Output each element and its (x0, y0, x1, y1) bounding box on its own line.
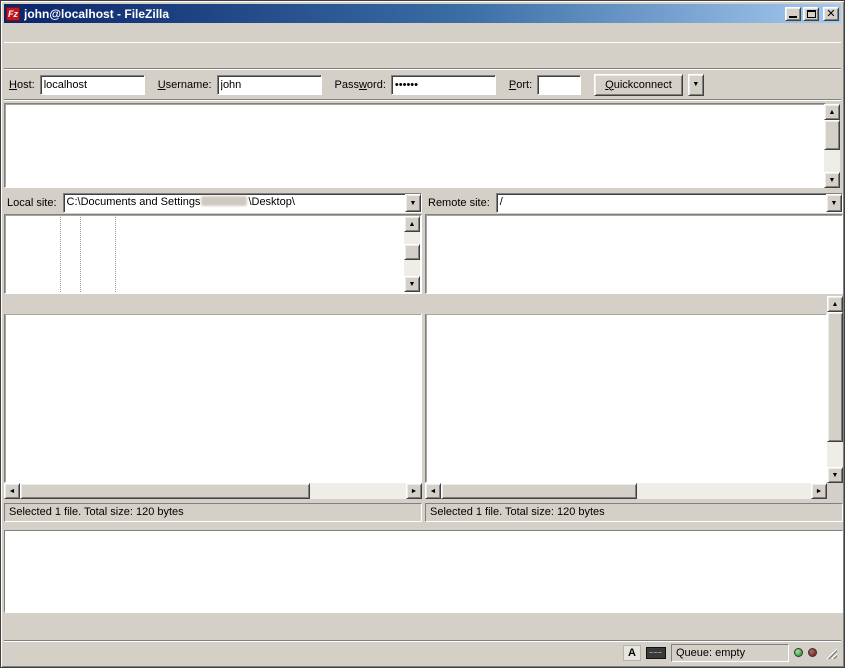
password-input[interactable] (391, 75, 496, 95)
remote-hscrollbar[interactable]: ◄ ► (425, 483, 827, 499)
host-label: Host: (9, 79, 35, 91)
quickconnect-button[interactable]: Quickconnect (594, 74, 683, 96)
status-bar: A ‒‒‒ Queue: empty (4, 640, 841, 664)
transfer-queue[interactable] (4, 530, 843, 613)
port-input[interactable] (537, 75, 581, 95)
remote-site-path: / (497, 194, 826, 212)
local-site-row: Local site: C:\Documents and Settings\De… (4, 192, 422, 214)
remote-vscrollbar[interactable]: ▲ ▼ (827, 296, 843, 483)
local-tree[interactable] (4, 214, 422, 294)
datatype-indicator-icon[interactable]: A (623, 645, 641, 661)
close-button[interactable]: ✕ (823, 7, 839, 21)
username-input[interactable] (217, 75, 322, 95)
local-file-list[interactable] (4, 314, 422, 483)
remote-site-row: Remote site: / ▼ (425, 192, 843, 214)
port-label: Port: (509, 79, 532, 91)
log-scrollbar[interactable]: ▲ ▼ (824, 104, 840, 188)
local-status: Selected 1 file. Total size: 120 bytes (4, 503, 422, 522)
window-title: john@localhost - FileZilla (24, 7, 785, 21)
filezilla-window: Fz john@localhost - FileZilla ✕ Host: Us… (0, 0, 845, 668)
menu-bar (4, 23, 841, 43)
activity-led-red-icon (808, 648, 817, 657)
remote-site-combo[interactable]: / ▼ (496, 193, 843, 213)
quickconnect-bar: Host: Username: Password: Port: Quickcon… (4, 70, 841, 100)
remote-site-dropdown-icon[interactable]: ▼ (826, 194, 842, 212)
remote-list-header[interactable] (425, 296, 827, 314)
queue-size-indicator: Queue: empty (671, 644, 789, 662)
toolbar (4, 43, 841, 69)
remote-tree[interactable] (425, 214, 843, 294)
speedlimit-icon[interactable]: ‒‒‒ (646, 647, 666, 659)
username-label: Username: (158, 79, 212, 91)
remote-status: Selected 1 file. Total size: 120 bytes (425, 503, 843, 522)
host-input[interactable] (40, 75, 145, 95)
local-site-combo[interactable]: C:\Documents and Settings\Desktop\ ▼ (63, 193, 422, 213)
local-site-path: C:\Documents and Settings\Desktop\ (64, 194, 405, 212)
quickconnect-dropdown[interactable]: ▼ (688, 74, 704, 96)
local-tree-scrollbar[interactable]: ▲ ▼ (404, 216, 420, 292)
password-label: Password: (335, 79, 386, 91)
queue-tabs (4, 615, 841, 639)
redacted-username (201, 196, 247, 206)
local-site-dropdown-icon[interactable]: ▼ (405, 194, 421, 212)
remote-site-label: Remote site: (425, 197, 496, 209)
queue-header[interactable] (5, 531, 842, 549)
app-icon: Fz (6, 7, 20, 21)
maximize-button[interactable] (803, 7, 819, 21)
minimize-button[interactable] (785, 7, 801, 21)
activity-led-green-icon (794, 648, 803, 657)
local-list-header[interactable] (4, 296, 422, 314)
message-log (4, 103, 826, 188)
local-hscrollbar[interactable]: ◄ ► (4, 483, 422, 499)
resize-grip[interactable] (824, 646, 837, 659)
title-bar: Fz john@localhost - FileZilla ✕ (4, 4, 841, 23)
remote-file-list[interactable] (425, 314, 827, 483)
local-site-label: Local site: (4, 197, 63, 209)
